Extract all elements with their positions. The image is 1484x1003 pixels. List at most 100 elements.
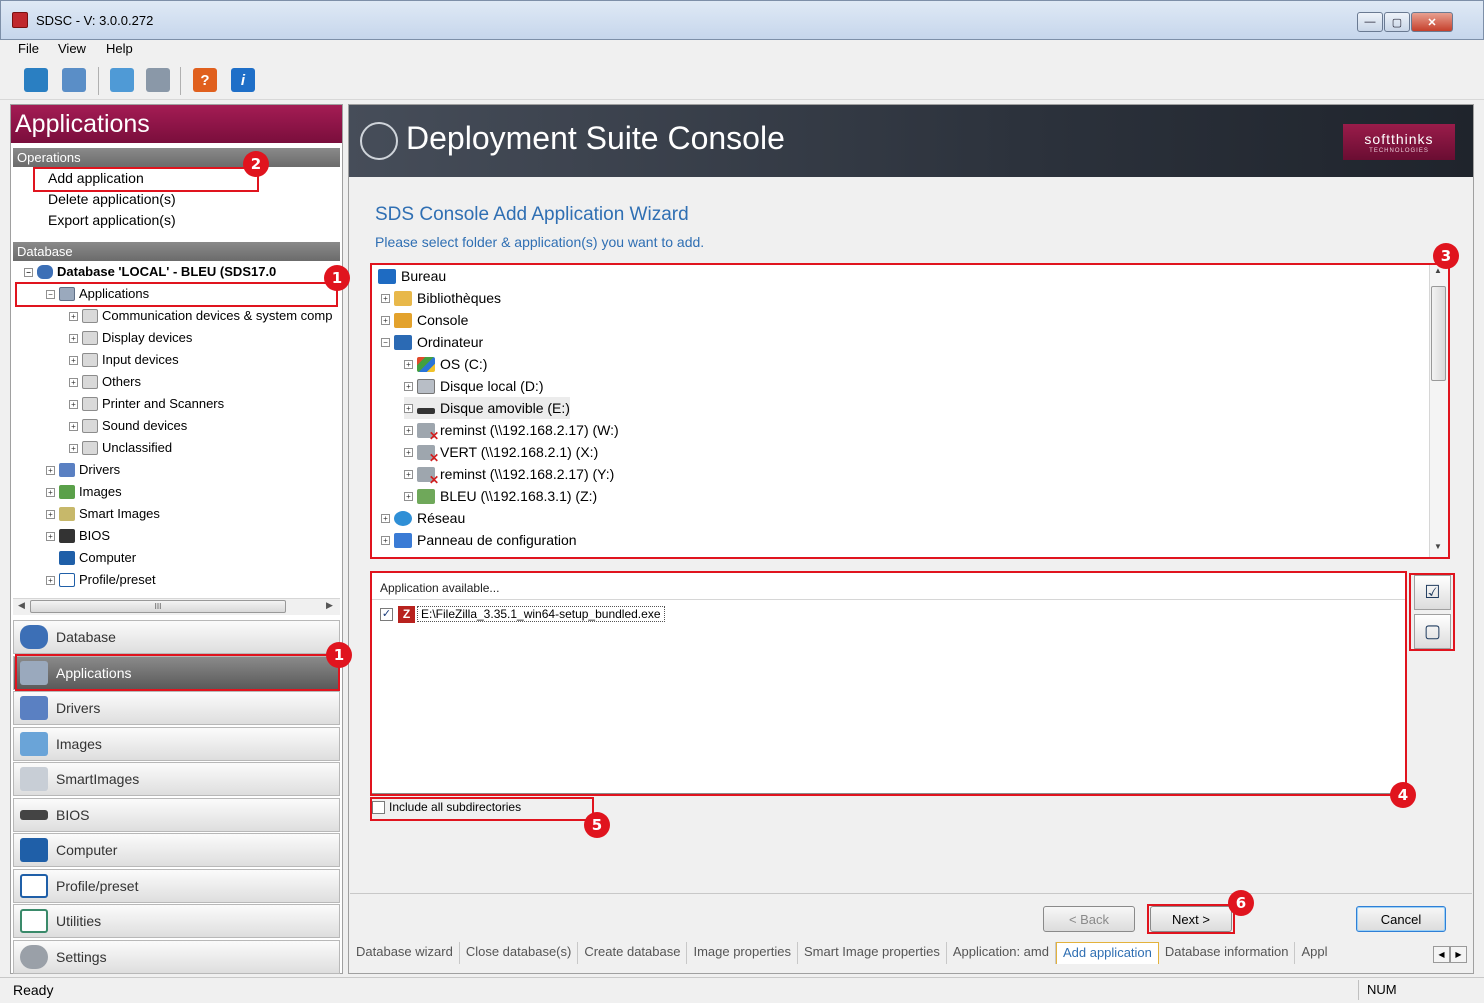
maximize-button[interactable]: ▢	[1384, 12, 1410, 32]
expand-icon[interactable]: +	[69, 399, 78, 409]
tree-profile[interactable]: + Profile/preset	[46, 569, 156, 591]
brand-sub: TECHNOLOGIES	[1369, 148, 1429, 154]
tab-close-databases[interactable]: Close database(s)	[459, 942, 579, 964]
nav-bios[interactable]: BIOS	[13, 798, 340, 832]
minimize-button[interactable]: —	[1357, 12, 1383, 32]
expand-icon[interactable]: +	[69, 355, 78, 365]
callout-badge: 2	[243, 151, 269, 177]
tab-image-properties[interactable]: Image properties	[687, 942, 799, 964]
tree-label: Printer and Scanners	[102, 396, 225, 411]
nav-drivers[interactable]: Drivers	[13, 691, 340, 725]
callout-box	[33, 167, 259, 192]
close-button[interactable]: ✕	[1411, 12, 1453, 32]
expand-icon[interactable]: +	[69, 443, 78, 453]
nav-label: Utilities	[56, 913, 102, 929]
expand-icon[interactable]: +	[69, 333, 78, 343]
nav-label: Profile/preset	[56, 878, 139, 894]
nav-utilities[interactable]: Utilities	[13, 904, 340, 938]
computer-icon	[20, 838, 48, 862]
tab-smart-image-properties[interactable]: Smart Image properties	[798, 942, 947, 964]
expand-icon[interactable]: +	[46, 465, 55, 475]
wizard-title: SDS Console Add Application Wizard	[375, 204, 689, 225]
tree-drivers[interactable]: + Drivers	[46, 459, 120, 481]
cancel-button[interactable]: Cancel	[1356, 906, 1446, 932]
tab-database-wizard[interactable]: Database wizard	[350, 942, 460, 964]
smart-images-icon	[20, 767, 48, 791]
tree-computer[interactable]: Computer	[59, 547, 136, 569]
images-icon	[20, 732, 48, 756]
computer-icon	[59, 551, 75, 565]
scroll-left-icon[interactable]: ◀	[18, 600, 25, 611]
profile-icon	[20, 874, 48, 898]
database-icon	[37, 265, 53, 279]
monitor-icon[interactable]	[110, 68, 134, 92]
tree-label: Computer	[79, 550, 137, 565]
menu-help[interactable]: Help	[106, 41, 133, 56]
callout-box	[370, 797, 594, 821]
tree-label: Drivers	[79, 462, 121, 477]
connect-icon[interactable]	[24, 68, 48, 92]
back-button[interactable]: < Back	[1043, 906, 1135, 932]
tab-scroll-right-icon[interactable]: ▶	[1450, 946, 1467, 963]
tree-db-root[interactable]: − Database 'LOCAL' - BLEU (SDS17.0	[24, 261, 276, 283]
tree-category[interactable]: + Communication devices & system comp	[69, 305, 332, 327]
nav-settings[interactable]: Settings	[13, 940, 340, 974]
tree-category[interactable]: + Others	[69, 371, 141, 393]
cube-icon	[82, 419, 98, 433]
tree-bios[interactable]: + BIOS	[46, 525, 110, 547]
tab-application-amd[interactable]: Application: amd	[946, 942, 1056, 964]
tree-category[interactable]: + Unclassified	[69, 437, 172, 459]
delete-applications-link[interactable]: Delete application(s)	[48, 191, 176, 207]
upload-icon[interactable]	[146, 68, 170, 92]
cube-icon	[82, 331, 98, 345]
tab-database-information[interactable]: Database information	[1158, 942, 1296, 964]
status-text: Ready	[13, 982, 54, 998]
status-separator	[1358, 980, 1359, 1000]
num-lock-indicator: NUM	[1367, 982, 1397, 997]
callout-box	[15, 282, 338, 307]
tree-category[interactable]: + Sound devices	[69, 415, 187, 437]
export-applications-link[interactable]: Export application(s)	[48, 212, 176, 228]
menu-view[interactable]: View	[58, 41, 86, 56]
callout-badge: 3	[1433, 243, 1459, 269]
tree-label: Sound devices	[102, 418, 188, 433]
tab-create-database[interactable]: Create database	[578, 942, 688, 964]
nav-images[interactable]: Images	[13, 727, 340, 761]
tree-category[interactable]: + Display devices	[69, 327, 192, 349]
info-icon[interactable]: i	[231, 68, 255, 92]
tree-label: Unclassified	[102, 440, 173, 455]
expand-icon[interactable]: +	[46, 509, 55, 519]
help-icon[interactable]: ?	[193, 68, 217, 92]
tree-label: Images	[79, 484, 122, 499]
nav-profile-preset[interactable]: Profile/preset	[13, 869, 340, 903]
tree-label: Input devices	[102, 352, 179, 367]
tree-smart-images[interactable]: + Smart Images	[46, 503, 160, 525]
tree-images[interactable]: + Images	[46, 481, 122, 503]
nav-label: Images	[56, 736, 102, 752]
scroll-thumb[interactable]: III	[30, 600, 286, 613]
menu-file[interactable]: File	[18, 41, 39, 56]
expand-icon[interactable]: +	[46, 575, 55, 585]
nav-smartimages[interactable]: SmartImages	[13, 762, 340, 796]
divider	[350, 893, 1472, 894]
expand-icon[interactable]: +	[69, 311, 78, 321]
tab-appl[interactable]: Appl	[1295, 942, 1334, 964]
callout-box	[370, 571, 1407, 796]
expand-icon[interactable]: +	[46, 487, 55, 497]
expand-icon[interactable]: +	[69, 421, 78, 431]
nav-database[interactable]: Database	[13, 620, 340, 654]
tree-category[interactable]: + Input devices	[69, 349, 179, 371]
scroll-right-icon[interactable]: ▶	[326, 600, 333, 611]
app-icon[interactable]	[12, 12, 28, 28]
collapse-icon[interactable]: −	[24, 267, 33, 277]
nav-computer[interactable]: Computer	[13, 833, 340, 867]
toolbar-separator	[180, 67, 181, 95]
tab-scroll-left-icon[interactable]: ◀	[1433, 946, 1450, 963]
expand-icon[interactable]: +	[46, 531, 55, 541]
tab-scroll-buttons: ◀ ▶	[1433, 946, 1467, 963]
expand-icon[interactable]: +	[69, 377, 78, 387]
smart-images-icon	[59, 507, 75, 521]
tree-category[interactable]: + Printer and Scanners	[69, 393, 224, 415]
disconnect-icon[interactable]	[62, 68, 86, 92]
tab-add-application[interactable]: Add application	[1055, 942, 1159, 964]
